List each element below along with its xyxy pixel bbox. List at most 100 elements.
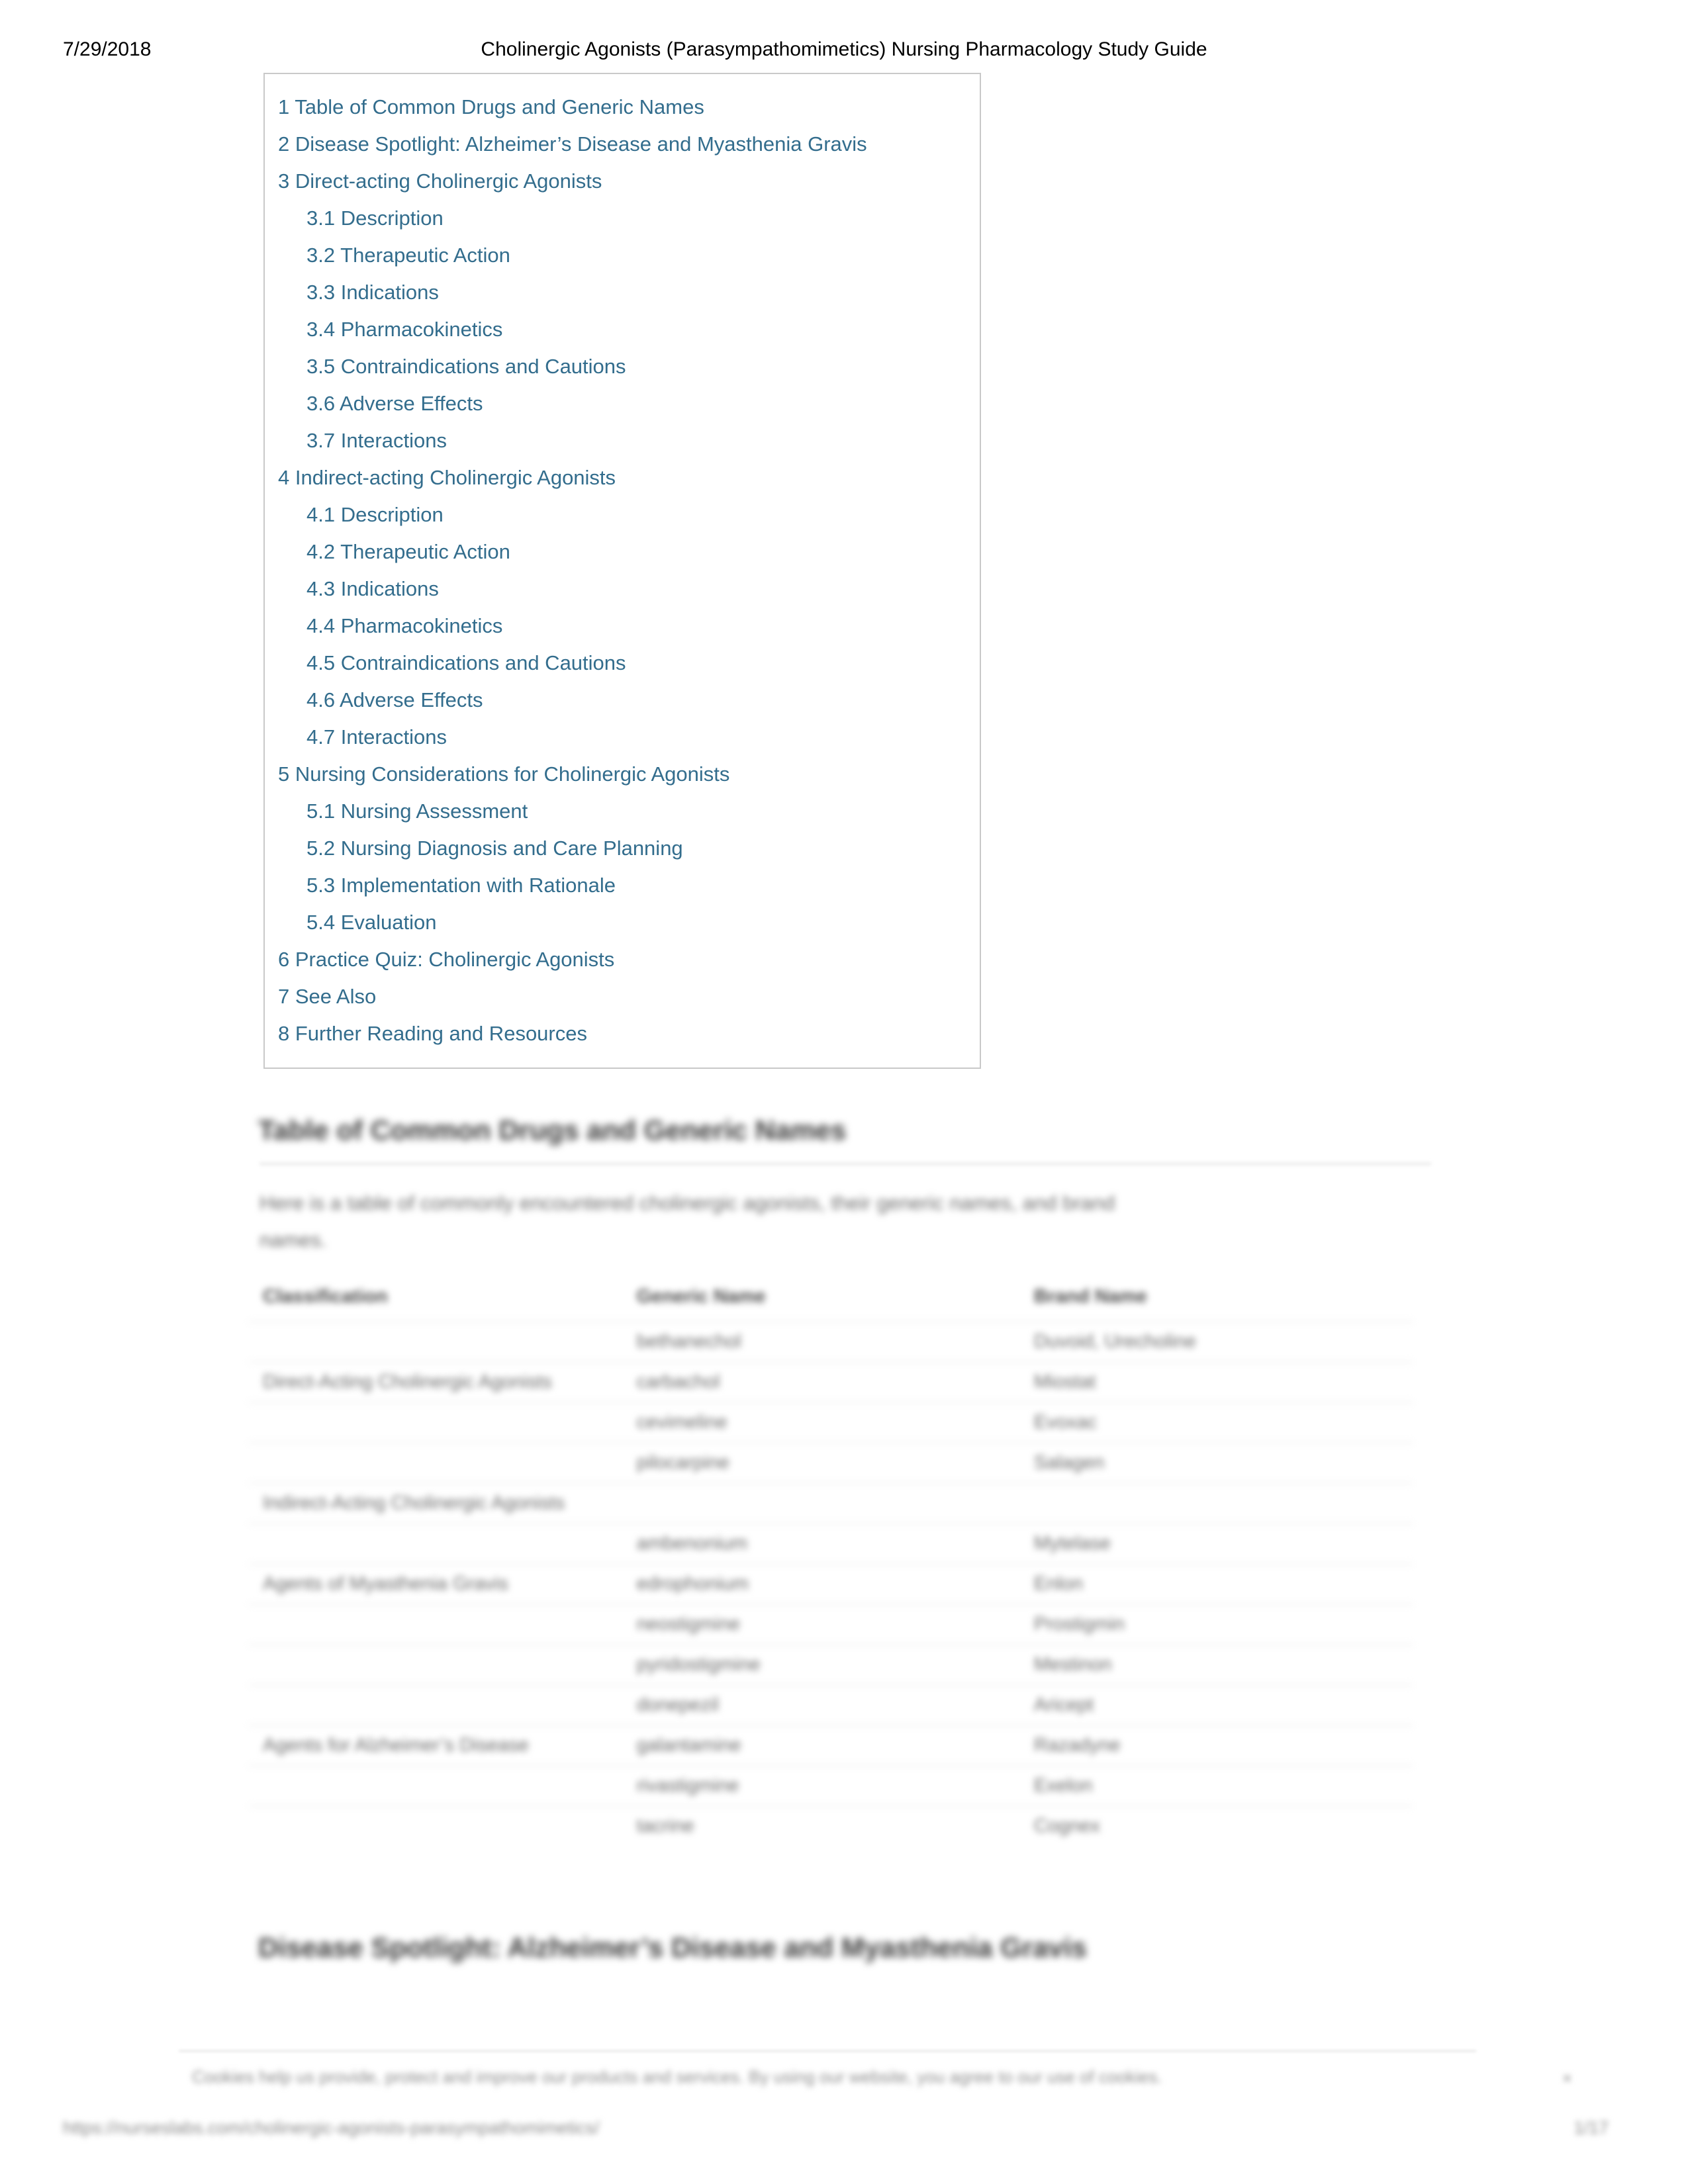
cell-brand-name: Mestinon (1019, 1644, 1413, 1685)
cell-generic-name: neostigmine (622, 1604, 1019, 1645)
toc-item-3-4: 3.4 Pharmacokinetics (265, 311, 980, 348)
toc-link-3-5[interactable]: 3.5 Contraindications and Cautions (306, 355, 626, 378)
toc-item-3: 3 Direct-acting Cholinergic Agonists (265, 163, 980, 200)
cell-brand-name: Evoxac (1019, 1402, 1413, 1443)
toc-item-5-2: 5.2 Nursing Diagnosis and Care Planning (265, 830, 980, 867)
toc-item-4-4: 4.4 Pharmacokinetics (265, 608, 980, 645)
cell-generic-name: cevimeline (622, 1402, 1019, 1443)
cell-brand-name: Prostigmin (1019, 1604, 1413, 1645)
table-row: Agents of Myasthenia Gravis edrophonium En… (248, 1563, 1413, 1604)
column-header-brand-name: Brand Name (1033, 1286, 1147, 1307)
cell-brand-name: Miostat (1019, 1361, 1413, 1402)
cell-brand-name: Aricept (1019, 1684, 1413, 1725)
cell-classification: Direct-Acting Cholinergic Agonists (248, 1361, 622, 1402)
toc-item-4-3: 4.3 Indications (265, 570, 980, 608)
cell-generic-name: pilocarpine (622, 1442, 1019, 1483)
toc-link-5-2[interactable]: 5.2 Nursing Diagnosis and Care Planning (306, 837, 683, 860)
toc-item-4-5: 4.5 Contraindications and Cautions (265, 645, 980, 682)
toc-item-3-7: 3.7 Interactions (265, 422, 980, 459)
toc-item-4-6: 4.6 Adverse Effects (265, 682, 980, 719)
cell-classification (248, 1644, 622, 1685)
table-of-contents: 1 Table of Common Drugs and Generic Name… (263, 73, 981, 1069)
cell-classification (248, 1684, 622, 1725)
table-row: rivastigmine Exelon (248, 1765, 1413, 1806)
toc-item-8: 8 Further Reading and Resources (265, 1015, 980, 1052)
toc-link-7[interactable]: 7 See Also (278, 985, 376, 1008)
cell-classification (248, 1604, 622, 1645)
toc-link-5-1[interactable]: 5.1 Nursing Assessment (306, 799, 528, 823)
page-title: Cholinergic Agonists (Parasympathomimeti… (481, 38, 1207, 60)
footer-page-number: 1/17 (1573, 2118, 1609, 2138)
section-heading-disease-spotlight: Disease Spotlight: Alzheimer’s Disease a… (258, 1932, 1087, 1963)
toc-link-3-3[interactable]: 3.3 Indications (306, 281, 439, 304)
toc-link-5[interactable]: 5 Nursing Considerations for Cholinergic… (278, 762, 729, 786)
toc-link-4-2[interactable]: 4.2 Therapeutic Action (306, 540, 510, 563)
cell-generic-name: ambenonium (622, 1523, 1019, 1564)
toc-item-6: 6 Practice Quiz: Cholinergic Agonists (265, 941, 980, 978)
footer-source-url: https://nurseslabs.com/cholinergic-agoni… (63, 2118, 600, 2138)
toc-link-3-1[interactable]: 3.1 Description (306, 206, 444, 230)
cell-generic-name: donepezil (622, 1684, 1019, 1725)
toc-link-3-4[interactable]: 3.4 Pharmacokinetics (306, 318, 502, 341)
drug-table-header-row: Classification Generic Name Brand Name (248, 1277, 1413, 1322)
toc-link-5-3[interactable]: 5.3 Implementation with Rationale (306, 874, 616, 897)
table-row: Indirect-Acting Cholinergic Agonists (248, 1482, 1413, 1524)
print-header: 7/29/2018 Cholinergic Agonists (Parasymp… (0, 36, 1688, 66)
toc-link-4-7[interactable]: 4.7 Interactions (306, 725, 447, 749)
table-row: ambenonium Mytelase (248, 1523, 1413, 1564)
cookie-notice: Cookies help us provide, protect and imp… (192, 2067, 1162, 2087)
close-icon[interactable]: × (1562, 2068, 1572, 2089)
section-divider-1 (259, 1163, 1431, 1165)
cell-generic-name: galantamine (622, 1725, 1019, 1766)
cell-generic-name: tacrine (622, 1805, 1019, 1846)
toc-list: 1 Table of Common Drugs and Generic Name… (265, 89, 980, 1052)
cell-generic-name (622, 1482, 1019, 1524)
toc-item-3-3: 3.3 Indications (265, 274, 980, 311)
toc-link-8[interactable]: 8 Further Reading and Resources (278, 1022, 587, 1045)
toc-link-3-6[interactable]: 3.6 Adverse Effects (306, 392, 483, 415)
toc-link-1[interactable]: 1 Table of Common Drugs and Generic Name… (278, 95, 704, 118)
cell-classification: Agents for Alzheimer’s Disease (248, 1725, 622, 1766)
cell-classification: Agents of Myasthenia Gravis (248, 1563, 622, 1604)
cell-classification (248, 1765, 622, 1806)
toc-item-4-2: 4.2 Therapeutic Action (265, 533, 980, 570)
cell-brand-name: Cognex (1019, 1805, 1413, 1846)
cell-classification (248, 1402, 622, 1443)
cell-classification: Indirect-Acting Cholinergic Agonists (248, 1482, 622, 1524)
toc-item-5-3: 5.3 Implementation with Rationale (265, 867, 980, 904)
cell-generic-name: edrophonium (622, 1563, 1019, 1604)
toc-link-4[interactable]: 4 Indirect-acting Cholinergic Agonists (278, 466, 616, 489)
cell-classification (248, 1523, 622, 1564)
toc-item-5-4: 5.4 Evaluation (265, 904, 980, 941)
toc-link-4-1[interactable]: 4.1 Description (306, 503, 444, 526)
toc-link-3[interactable]: 3 Direct-acting Cholinergic Agonists (278, 169, 602, 193)
toc-link-4-5[interactable]: 4.5 Contraindications and Cautions (306, 651, 626, 674)
toc-link-4-6[interactable]: 4.6 Adverse Effects (306, 688, 483, 711)
toc-link-2[interactable]: 2 Disease Spotlight: Alzheimer’s Disease… (278, 132, 867, 156)
cell-brand-name: Razadyne (1019, 1725, 1413, 1766)
column-header-classification: Classification (263, 1286, 388, 1307)
cell-classification (248, 1442, 622, 1483)
section-heading-table-of-common-drugs: Table of Common Drugs and Generic Names (258, 1115, 847, 1146)
table-row: bethanechol Duvoid, Urecholine (248, 1321, 1413, 1362)
toc-link-4-4[interactable]: 4.4 Pharmacokinetics (306, 614, 502, 637)
toc-item-4-7: 4.7 Interactions (265, 719, 980, 756)
table-row: Agents for Alzheimer’s Disease galantamin… (248, 1725, 1413, 1766)
table-row: neostigmine Prostigmin (248, 1604, 1413, 1645)
cell-brand-name: Exelon (1019, 1765, 1413, 1806)
cell-brand-name: Duvoid, Urecholine (1019, 1321, 1413, 1362)
cell-brand-name (1019, 1482, 1413, 1524)
toc-link-3-7[interactable]: 3.7 Interactions (306, 429, 447, 452)
toc-item-3-5: 3.5 Contraindications and Cautions (265, 348, 980, 385)
toc-item-1: 1 Table of Common Drugs and Generic Name… (265, 89, 980, 126)
cell-brand-name: Salagen (1019, 1442, 1413, 1483)
cell-generic-name: carbachol (622, 1361, 1019, 1402)
toc-link-4-3[interactable]: 4.3 Indications (306, 577, 439, 600)
toc-link-5-4[interactable]: 5.4 Evaluation (306, 911, 436, 934)
toc-link-3-2[interactable]: 3.2 Therapeutic Action (306, 244, 510, 267)
drug-table: Classification Generic Name Brand Name b… (248, 1277, 1413, 1846)
toc-link-6[interactable]: 6 Practice Quiz: Cholinergic Agonists (278, 948, 614, 971)
cell-generic-name: rivastigmine (622, 1765, 1019, 1806)
toc-item-3-1: 3.1 Description (265, 200, 980, 237)
table-row: cevimeline Evoxac (248, 1402, 1413, 1443)
